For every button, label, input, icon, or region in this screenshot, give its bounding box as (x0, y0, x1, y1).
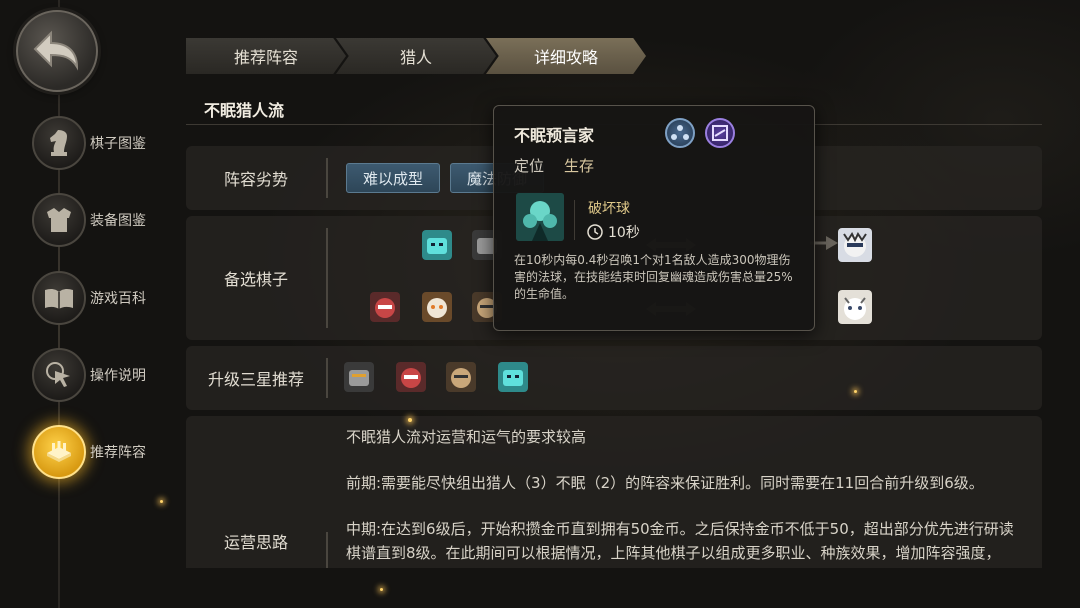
tooltip-divider (574, 200, 575, 240)
sparkle-decoration (408, 418, 412, 422)
chess-piece-icon[interactable] (498, 362, 528, 392)
strategy-line: 中期:在达到6级后，开始积攒金币直到拥有50金币。之后保持金币不低于50，超出部… (346, 520, 1014, 538)
breadcrumb-item-lineups[interactable]: 推荐阵容 (186, 38, 346, 74)
sparkle-decoration (854, 390, 857, 393)
breadcrumb-item-hunter[interactable]: 猎人 (336, 38, 496, 74)
chess-piece-icon[interactable] (370, 292, 400, 322)
row-label-alternates: 备选棋子 (223, 270, 288, 289)
sidebar-item-label: 棋子图鉴 (90, 136, 146, 152)
row-label-weakness: 阵容劣势 (223, 170, 288, 189)
tooltip-title: 不眠预言家 (514, 126, 595, 145)
book-icon (32, 271, 86, 325)
skill-icon (516, 193, 564, 241)
sparkle-decoration (160, 500, 163, 503)
sidebar-item-label: 装备图鉴 (90, 213, 146, 229)
armor-icon (32, 193, 86, 247)
row-label-strategy: 运营思路 (223, 533, 288, 552)
chess-piece-icon[interactable] (344, 362, 374, 392)
sidebar-item-label: 操作说明 (90, 368, 146, 384)
chess-piece-tooltip: 不眠预言家 定位 生存 破坏球 10秒 在10秒内每0.4秒召唤1个对1名敌人造… (493, 105, 815, 331)
strategy-row: 运营思路 不眠猎人流对运营和运气的要求较高 前期:需要能尽快组出猎人（3）不眠（… (186, 416, 1042, 568)
tooltip-role-value: 生存 (564, 157, 595, 175)
clock-icon (587, 224, 603, 240)
sidebar-item-instructions[interactable]: 操作说明 (32, 347, 182, 403)
row-divider (326, 158, 328, 198)
back-arrow-icon (33, 30, 79, 71)
breadcrumb-item-detailed-guide[interactable]: 详细攻略 (486, 38, 646, 74)
sidebar-item-label: 游戏百科 (90, 291, 146, 307)
chess-piece-icon[interactable] (396, 362, 426, 392)
sidebar-item-equipment-guide[interactable]: 装备图鉴 (32, 192, 182, 248)
back-button[interactable] (16, 10, 98, 92)
tag-hard-to-form: 难以成型 (346, 163, 441, 193)
knight-icon (32, 116, 86, 170)
skill-cooldown: 10秒 (586, 222, 640, 242)
chessboard-icon (32, 425, 86, 479)
sidebar-item-chess-guide[interactable]: 棋子图鉴 (32, 115, 182, 171)
row-divider (326, 228, 328, 328)
chess-piece-icon[interactable] (838, 290, 872, 324)
row-label-upgrade: 升级三星推荐 (207, 370, 304, 389)
sidebar-item-label: 推荐阵容 (90, 445, 146, 461)
strategy-line: 不眠猎人流对运营和运气的要求较高 (346, 428, 587, 446)
upgrade-row: 升级三星推荐 (186, 346, 1042, 410)
sparkle-decoration (380, 588, 383, 591)
breadcrumb: 推荐阵容 猎人 详细攻略 (186, 38, 646, 74)
trait-icon (705, 118, 735, 148)
chess-piece-icon[interactable] (422, 230, 452, 260)
trait-icon (665, 118, 695, 148)
sidebar-item-recommended-lineups[interactable]: 推荐阵容 (32, 424, 182, 480)
chess-piece-icon[interactable] (446, 362, 476, 392)
chess-piece-icon[interactable] (838, 228, 872, 262)
chess-piece-icon[interactable] (422, 292, 452, 322)
skill-description: 在10秒内每0.4秒召唤1个对1名敌人造成300物理伤害的法球，在技能结束时回复… (514, 253, 793, 301)
page-title: 不眠猎人流 (204, 101, 285, 120)
strategy-line: 棋谱直到8级。在此期间可以根据情况，上阵其他棋子以组成更多职业、种族效果，增加阵… (346, 544, 1001, 562)
row-divider (326, 532, 328, 568)
cursor-click-icon (32, 348, 86, 402)
skill-name: 破坏球 (588, 201, 630, 217)
row-divider (326, 358, 328, 398)
sidebar-item-encyclopedia[interactable]: 游戏百科 (32, 270, 182, 326)
sidebar: 棋子图鉴 装备图鉴 游戏百科 操作说明 推荐阵容 (0, 0, 178, 608)
tooltip-role-label: 定位 (514, 157, 545, 175)
strategy-line: 前期:需要能尽快组出猎人（3）不眠（2）的阵容来保证胜利。同时需要在11回合前升… (346, 474, 984, 492)
